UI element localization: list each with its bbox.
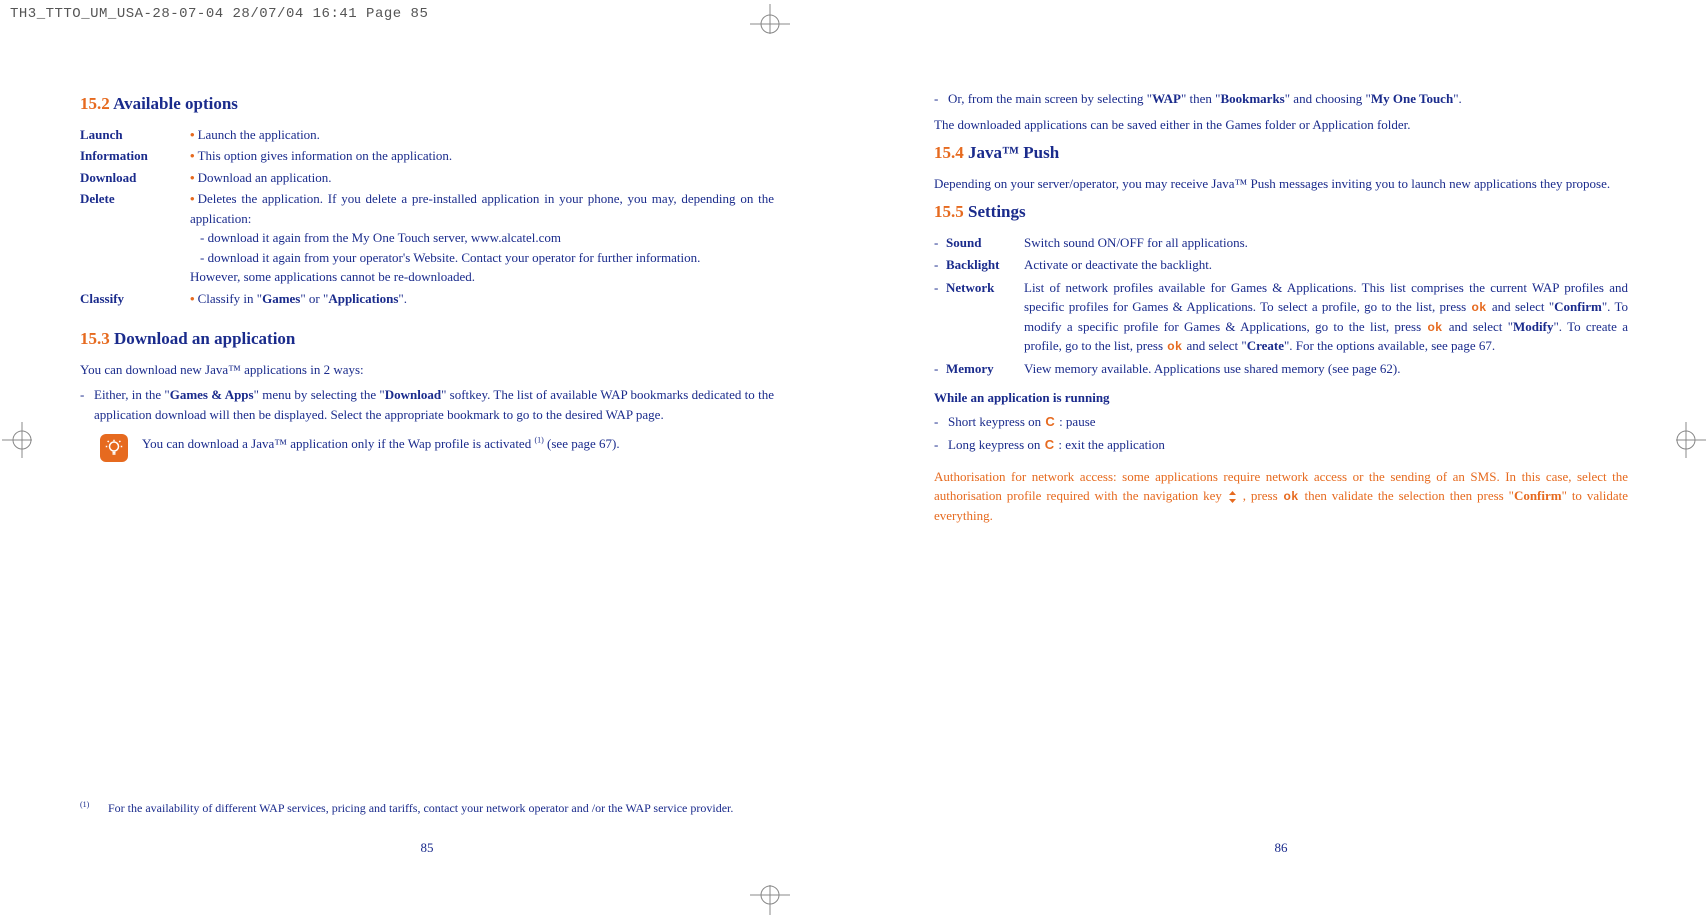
crop-mark-top-icon [740, 4, 800, 44]
heading-text: Download an application [114, 329, 295, 348]
tip-text: You can download a Java™ application onl… [142, 434, 774, 454]
option-label: Delete [80, 189, 190, 287]
setting-text: Activate or deactivate the backlight. [1024, 255, 1628, 275]
heading-num: 15.3 [80, 329, 110, 348]
setting-label: Network [946, 278, 1024, 356]
footnote: (1) For the availability of different WA… [80, 799, 774, 817]
option-label: Classify [80, 289, 190, 309]
setting-label: Sound [946, 233, 1024, 253]
ok-key-icon: ok [1471, 300, 1488, 314]
body-text: The downloaded applications can be saved… [934, 115, 1628, 135]
setting-backlight: - Backlight Activate or deactivate the b… [934, 255, 1628, 275]
option-text: •Launch the application. [190, 125, 774, 145]
option-launch: Launch •Launch the application. [80, 125, 774, 145]
setting-text: Switch sound ON/OFF for all applications… [1024, 233, 1628, 253]
footnote-text: For the availability of different WAP se… [108, 799, 733, 817]
running-short-press: - Short keypress on C : pause [934, 412, 1628, 432]
option-label: Information [80, 146, 190, 166]
download-method-2: - Or, from the main screen by selecting … [934, 89, 1628, 109]
ok-key-icon: ok [1283, 489, 1300, 503]
setting-network: - Network List of network profiles avail… [934, 278, 1628, 356]
tip-lightbulb-icon [100, 434, 128, 462]
document-spread: TH3_TTTO_UM_USA-28-07-04 28/07/04 16:41 … [0, 0, 1708, 917]
option-text: •This option gives information on the ap… [190, 146, 774, 166]
heading-num: 15.5 [934, 202, 964, 221]
heading-15-2: 15.2 Available options [80, 91, 774, 117]
print-header: TH3_TTTO_UM_USA-28-07-04 28/07/04 16:41 … [10, 6, 428, 22]
heading-text: Java™ Push [968, 143, 1059, 162]
tip-callout: You can download a Java™ application onl… [100, 434, 774, 462]
authorisation-note: Authorisation for network access: some a… [934, 467, 1628, 526]
heading-text: Settings [968, 202, 1026, 221]
setting-label: Memory [946, 359, 1024, 379]
c-key-icon: C [1044, 414, 1055, 429]
option-delete: Delete •Deletes the application. If you … [80, 189, 774, 287]
option-classify: Classify •Classify in "Games" or "Applic… [80, 289, 774, 309]
option-text: •Classify in "Games" or "Applications". [190, 289, 774, 309]
heading-15-5: 15.5 Settings [934, 199, 1628, 225]
heading-text: Available options [113, 94, 238, 113]
option-information: Information •This option gives informati… [80, 146, 774, 166]
heading-15-4: 15.4 Java™ Push [934, 140, 1628, 166]
page-number: 85 [0, 838, 854, 858]
footnote-mark: (1) [80, 799, 98, 817]
c-key-icon: C [1044, 437, 1055, 452]
option-text: •Download an application. [190, 168, 774, 188]
setting-label: Backlight [946, 255, 1024, 275]
page-right: - Or, from the main screen by selecting … [854, 55, 1708, 917]
running-long-press: - Long keypress on C : exit the applicat… [934, 435, 1628, 455]
option-text: •Deletes the application. If you delete … [190, 189, 774, 287]
setting-text: View memory available. Applications use … [1024, 359, 1628, 379]
option-label: Launch [80, 125, 190, 145]
setting-text: List of network profiles available for G… [1024, 278, 1628, 356]
page-left: 15.2 Available options Launch •Launch th… [0, 55, 854, 917]
navigation-key-icon [1227, 491, 1238, 503]
body-text: Depending on your server/operator, you m… [934, 174, 1628, 194]
ok-key-icon: ok [1426, 320, 1443, 334]
intro-text: You can download new Java™ applications … [80, 360, 774, 380]
option-download: Download •Download an application. [80, 168, 774, 188]
setting-sound: - Sound Switch sound ON/OFF for all appl… [934, 233, 1628, 253]
ok-key-icon: ok [1166, 339, 1183, 353]
heading-num: 15.2 [80, 94, 110, 113]
heading-num: 15.4 [934, 143, 964, 162]
setting-memory: - Memory View memory available. Applicat… [934, 359, 1628, 379]
download-method-1: - Either, in the "Games & Apps" menu by … [80, 385, 774, 424]
option-label: Download [80, 168, 190, 188]
page-number: 86 [854, 838, 1708, 858]
heading-15-3: 15.3 Download an application [80, 326, 774, 352]
subheading-running: While an application is running [934, 388, 1628, 408]
